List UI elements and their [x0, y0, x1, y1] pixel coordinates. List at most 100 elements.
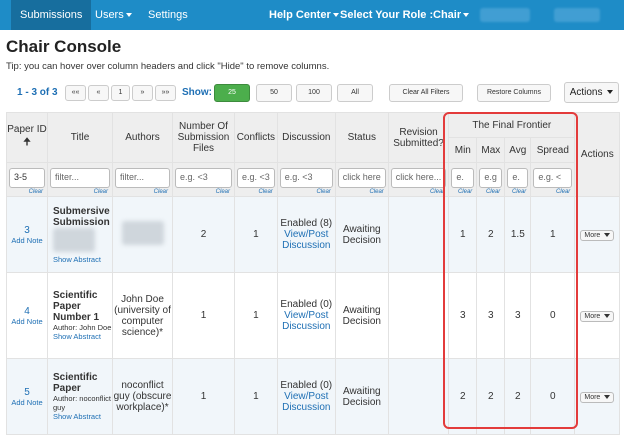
author-name: John Doe	[79, 323, 112, 332]
chevron-down-icon	[607, 90, 614, 95]
filter-cell-min: e. Clear	[448, 162, 478, 197]
filter-paper-id-input[interactable]: 3-5	[9, 167, 45, 188]
filter-files-input[interactable]: e.g. <3	[175, 167, 232, 188]
nav-help-center[interactable]: Help Center	[269, 0, 339, 30]
col-authors[interactable]: Authors	[112, 112, 173, 163]
col-spread[interactable]: Spread	[530, 137, 576, 163]
filter-min-input[interactable]: e.	[451, 167, 475, 188]
first-page-button[interactable]: ««	[65, 85, 86, 101]
col-paper-id-label: Paper ID	[7, 123, 47, 135]
page-1-button[interactable]: 1	[111, 85, 130, 101]
clear-link[interactable]: Clear	[556, 189, 570, 195]
clear-link[interactable]: Clear	[369, 189, 383, 195]
col-conflicts[interactable]: Conflicts	[234, 112, 278, 163]
status-link[interactable]: Awaiting Decision	[334, 272, 389, 359]
clear-link[interactable]: Clear	[154, 189, 168, 195]
col-files[interactable]: Number Of Submission Files	[172, 112, 235, 163]
more-button[interactable]: More	[580, 310, 615, 322]
filter-spread-input[interactable]: e.g. <	[533, 167, 573, 188]
title-cell: Submersive Submission Show Abstract	[47, 196, 113, 273]
col-title[interactable]: Title	[47, 112, 113, 163]
prev-page-button[interactable]: «	[88, 85, 109, 101]
next-page-button[interactable]: »	[132, 85, 153, 101]
nav-settings[interactable]: Settings	[148, 0, 188, 30]
paper-title: Scientific Paper	[53, 372, 98, 394]
paper-id-link[interactable]: 5	[7, 387, 47, 398]
conflicts-count-link[interactable]: 1	[234, 272, 278, 359]
paper-author: Author: noconflict guy	[53, 394, 112, 412]
add-note-link[interactable]: Add Note	[7, 317, 47, 326]
paper-id-link[interactable]: 3	[7, 225, 47, 236]
files-count-link[interactable]: 1	[172, 272, 235, 359]
paper-id-link[interactable]: 4	[7, 306, 47, 317]
more-button[interactable]: More	[580, 229, 615, 241]
actions-dropdown-button[interactable]: Actions	[564, 82, 619, 103]
clear-link[interactable]: Clear	[512, 189, 526, 195]
conflicts-count-link[interactable]: 1	[234, 358, 278, 435]
filter-avg-input[interactable]: e.	[507, 167, 529, 188]
redacted-user-menu[interactable]	[480, 8, 530, 22]
nav-help-center-label: Help Center	[269, 9, 331, 21]
add-note-link[interactable]: Add Note	[7, 398, 47, 407]
select-role-label: Select Your Role :	[340, 9, 434, 21]
col-status[interactable]: Status	[334, 112, 389, 163]
clear-link[interactable]: Clear	[216, 189, 230, 195]
view-post-discussion-link[interactable]: View/Post Discussion	[278, 391, 335, 413]
last-page-button[interactable]: »»	[155, 85, 176, 101]
filter-cell-paper-id: 3-5 Clear	[6, 162, 48, 197]
show-50-button[interactable]: 50	[256, 84, 292, 102]
show-abstract-link[interactable]: Show Abstract	[53, 255, 112, 264]
filter-authors-input[interactable]: filter...	[115, 167, 170, 188]
more-button[interactable]: More	[580, 391, 615, 403]
redacted-user-name[interactable]	[554, 8, 600, 22]
status-link[interactable]: Awaiting Decision	[334, 358, 389, 435]
conflicts-count-link[interactable]: 1	[234, 196, 278, 273]
status-link[interactable]: Awaiting Decision	[334, 196, 389, 273]
filter-revision-input[interactable]: click here...	[390, 167, 447, 188]
clear-all-filters-button[interactable]: Clear All Filters	[389, 84, 463, 102]
files-count-link[interactable]: 2	[172, 196, 235, 273]
clear-link[interactable]: Clear	[430, 189, 444, 195]
clear-link[interactable]: Clear	[258, 189, 272, 195]
clear-link[interactable]: Clear	[29, 189, 43, 195]
author-prefix: Author:	[53, 394, 78, 403]
col-avg[interactable]: Avg	[504, 137, 532, 163]
clear-link[interactable]: Clear	[458, 189, 472, 195]
show-all-button[interactable]: All	[337, 84, 373, 102]
more-label: More	[584, 312, 601, 320]
add-note-link[interactable]: Add Note	[7, 236, 47, 245]
paper-title: Scientific Paper Number 1	[53, 290, 100, 323]
paper-author: Author: John Doe	[53, 323, 112, 332]
show-abstract-link[interactable]: Show Abstract	[53, 332, 112, 341]
show-abstract-link[interactable]: Show Abstract	[53, 412, 112, 421]
chevron-down-icon	[604, 394, 611, 399]
show-25-button[interactable]: 25	[214, 84, 250, 102]
view-post-discussion-link[interactable]: View/Post Discussion	[278, 310, 335, 332]
nav-users[interactable]: Users	[95, 0, 132, 30]
col-discussion[interactable]: Discussion	[276, 112, 336, 163]
redacted-author	[53, 227, 95, 252]
clear-link[interactable]: Clear	[486, 189, 500, 195]
col-paper-id[interactable]: Paper ID 🠉	[6, 112, 48, 163]
filter-discussion-input[interactable]: e.g. <3	[279, 167, 333, 188]
page-tip: Tip: you can hover over column headers a…	[6, 61, 330, 72]
filter-max-input[interactable]: e.g	[479, 167, 503, 188]
role-dropdown[interactable]: Chair	[433, 0, 470, 30]
show-100-button[interactable]: 100	[296, 84, 332, 102]
more-label: More	[584, 393, 601, 401]
col-min[interactable]: Min	[448, 137, 478, 163]
nav-submissions[interactable]: Submissions	[11, 0, 92, 30]
restore-columns-button[interactable]: Restore Columns	[477, 84, 551, 102]
view-post-discussion-link[interactable]: View/Post Discussion	[278, 229, 335, 251]
filter-status-input[interactable]: click here	[337, 167, 386, 188]
spread-value: 0	[530, 358, 576, 435]
col-revision[interactable]: Revision Submitted?	[387, 112, 450, 163]
col-max[interactable]: Max	[476, 137, 506, 163]
spread-value: 1	[530, 196, 576, 273]
files-count-link[interactable]: 1	[172, 358, 235, 435]
filter-title-input[interactable]: filter...	[50, 167, 110, 188]
clear-link[interactable]: Clear	[316, 189, 330, 195]
clear-link[interactable]: Clear	[94, 189, 108, 195]
sort-up-icon: 🠉	[22, 136, 32, 148]
filter-conflicts-input[interactable]: e.g. <3	[237, 167, 275, 188]
